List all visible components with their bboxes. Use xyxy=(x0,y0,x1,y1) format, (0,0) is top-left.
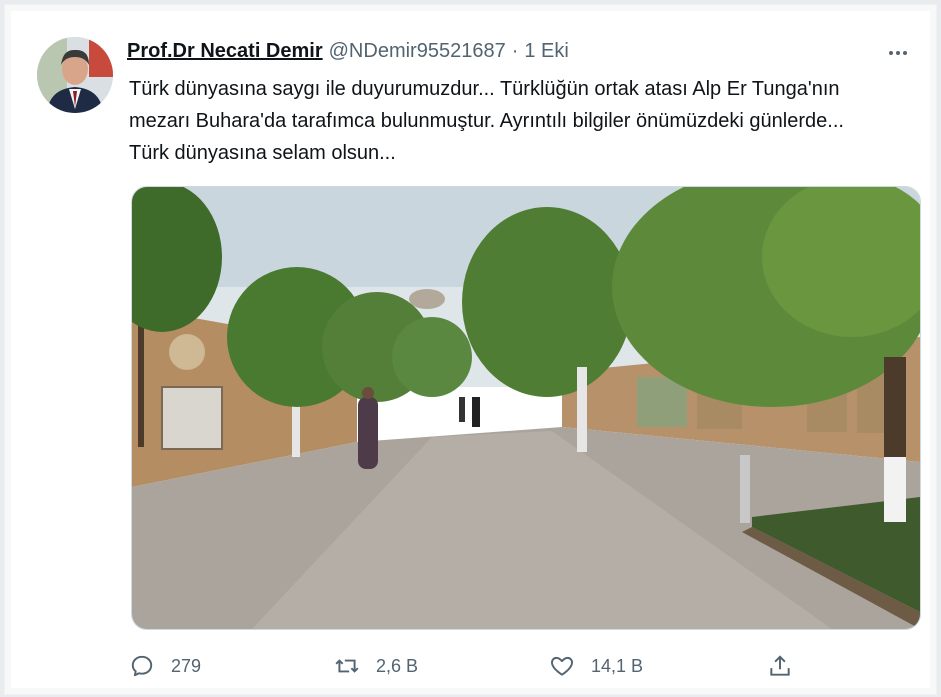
reply-count: 279 xyxy=(171,655,202,676)
reply-icon[interactable] xyxy=(129,653,155,679)
like-count: 14,1 B xyxy=(591,655,644,676)
share-icon[interactable] xyxy=(767,653,793,679)
display-name[interactable]: Prof.Dr Necati Demir xyxy=(127,40,323,63)
retweet-icon[interactable] xyxy=(334,653,360,679)
photo-scene xyxy=(132,187,920,629)
tweet-photo[interactable] xyxy=(131,186,921,630)
retweet-action[interactable]: 2,6 B xyxy=(334,651,418,681)
retweet-count: 2,6 B xyxy=(376,655,419,676)
separator-dot: · xyxy=(511,39,519,62)
tweet-actions: 279 2,6 B 14,1 B xyxy=(129,651,919,681)
tweet-text: Türk dünyasına saygı ile duyurumuzdur...… xyxy=(129,78,844,164)
share-action[interactable] xyxy=(767,651,793,681)
more-dots-icon[interactable] xyxy=(882,41,914,65)
tweet-header: Prof.Dr Necati Demir @NDemir95521687 · 1… xyxy=(127,37,910,65)
avatar-image xyxy=(37,37,113,113)
like-action[interactable]: 14,1 B xyxy=(549,651,643,681)
tweet-card[interactable]: Prof.Dr Necati Demir @NDemir95521687 · 1… xyxy=(11,11,930,688)
user-handle[interactable]: @NDemir95521687 xyxy=(329,40,506,63)
tweet-frame: Prof.Dr Necati Demir @NDemir95521687 · 1… xyxy=(4,4,937,695)
reply-action[interactable]: 279 xyxy=(129,651,201,681)
avatar[interactable] xyxy=(37,37,113,113)
heart-icon[interactable] xyxy=(549,653,575,679)
timestamp[interactable]: 1 Eki xyxy=(524,40,568,63)
